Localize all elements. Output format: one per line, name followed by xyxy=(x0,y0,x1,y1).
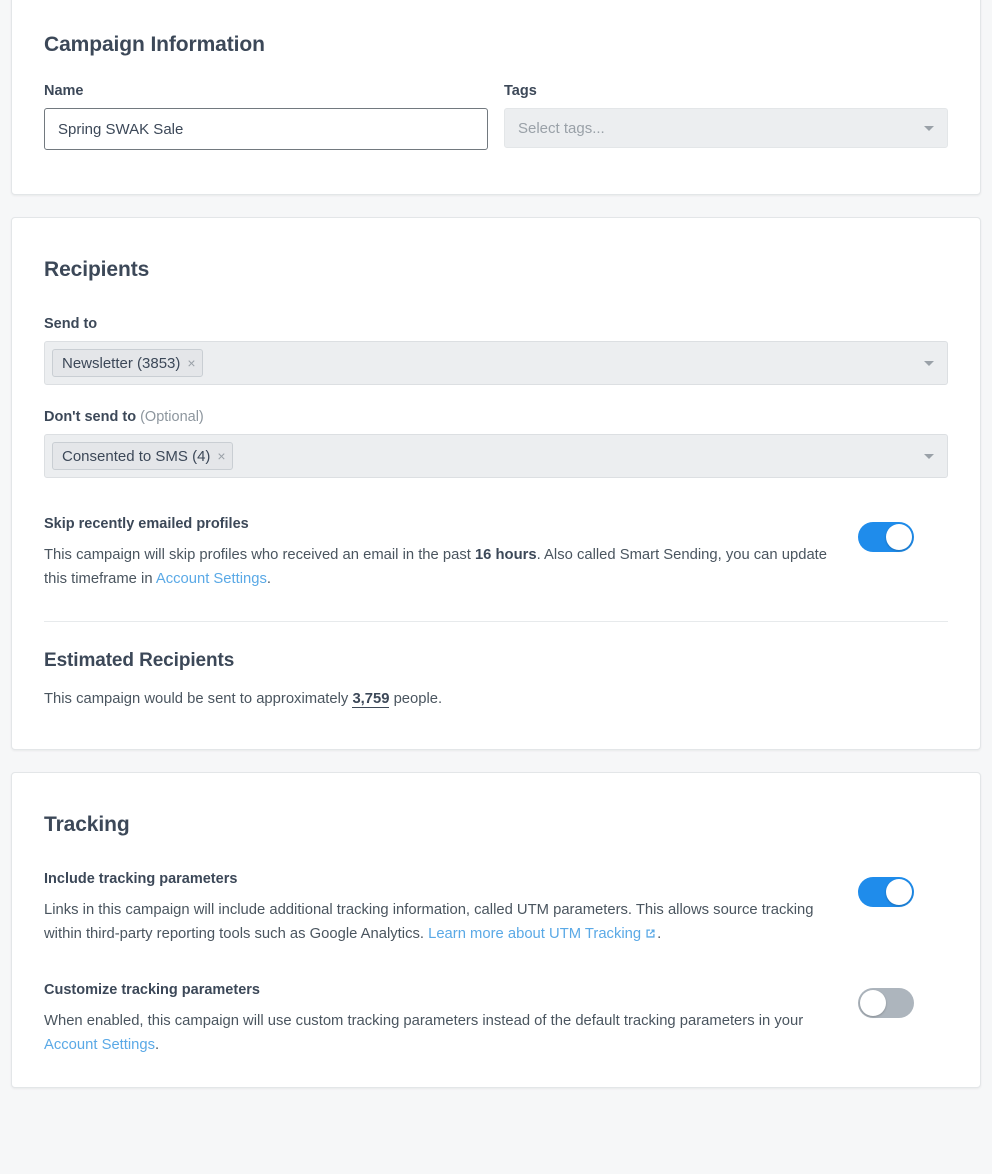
recipients-divider xyxy=(44,621,948,622)
dont-send-to-chip-label: Consented to SMS (4) xyxy=(62,447,211,465)
recipients-title: Recipients xyxy=(44,258,150,281)
include-tracking-copy: Include tracking parameters Links in thi… xyxy=(44,871,834,948)
tags-placeholder: Select tags... xyxy=(518,119,605,137)
estimated-recipients-group: Estimated Recipients This campaign would… xyxy=(44,650,948,711)
send-to-group: Send to Newsletter (3853) × xyxy=(44,316,948,385)
dont-send-to-label-text: Don't send to xyxy=(44,409,137,425)
customize-tracking-row: Customize tracking parameters When enabl… xyxy=(44,982,948,1057)
skip-recent-text-3: . xyxy=(266,571,272,587)
skip-recent-description: This campaign will skip profiles who rec… xyxy=(44,543,834,591)
external-link-icon xyxy=(644,924,657,948)
campaign-information-fields: Name Tags Select tags... xyxy=(44,83,948,150)
skip-recent-toggle[interactable] xyxy=(858,522,914,552)
send-to-chip[interactable]: Newsletter (3853) × xyxy=(52,349,203,377)
toggle-knob xyxy=(886,524,912,550)
customize-tracking-toggle[interactable] xyxy=(858,988,914,1018)
tags-field-group: Tags Select tags... xyxy=(504,83,948,150)
campaign-settings-page: Campaign Information Name Tags Select ta… xyxy=(0,0,992,1174)
tags-select[interactable]: Select tags... xyxy=(504,108,948,148)
customize-tracking-text-1: When enabled, this campaign will use cus… xyxy=(44,1013,804,1029)
include-tracking-label: Include tracking parameters xyxy=(44,871,238,887)
dont-send-to-group: Don't send to (Optional) Consented to SM… xyxy=(44,409,948,478)
dont-send-to-multiselect[interactable]: Consented to SMS (4) × xyxy=(44,434,948,478)
chevron-down-icon xyxy=(924,125,934,131)
campaign-name-input[interactable] xyxy=(44,108,488,150)
include-tracking-row: Include tracking parameters Links in thi… xyxy=(44,871,948,948)
campaign-information-card: Campaign Information Name Tags Select ta… xyxy=(11,0,981,195)
campaign-information-title: Campaign Information xyxy=(44,33,265,56)
customize-tracking-text-2: . xyxy=(155,1037,160,1053)
chevron-down-icon xyxy=(924,360,934,366)
toggle-knob xyxy=(860,990,886,1016)
account-settings-link[interactable]: Account Settings xyxy=(156,571,267,587)
estimated-recipients-title: Estimated Recipients xyxy=(44,650,235,671)
chevron-down-icon xyxy=(924,453,934,459)
tracking-title: Tracking xyxy=(44,813,130,836)
dont-send-to-chip[interactable]: Consented to SMS (4) × xyxy=(52,442,233,470)
utm-tracking-learn-more-link[interactable]: Learn more about UTM Tracking xyxy=(428,926,641,942)
customize-tracking-copy: Customize tracking parameters When enabl… xyxy=(44,982,834,1057)
toggle-knob xyxy=(886,879,912,905)
send-to-chip-label: Newsletter (3853) xyxy=(62,354,181,372)
recipients-card: Recipients Send to Newsletter (3853) × D… xyxy=(11,217,981,750)
estimated-recipients-count: 3,759 xyxy=(352,691,390,708)
send-to-multiselect[interactable]: Newsletter (3853) × xyxy=(44,341,948,385)
customize-tracking-description: When enabled, this campaign will use cus… xyxy=(44,1009,834,1057)
estimated-text-1: This campaign would be sent to approxima… xyxy=(44,691,353,707)
skip-recent-label: Skip recently emailed profiles xyxy=(44,516,249,532)
name-label: Name xyxy=(44,83,84,99)
remove-chip-icon[interactable]: × xyxy=(187,356,195,370)
include-tracking-toggle[interactable] xyxy=(858,877,914,907)
name-field-group: Name xyxy=(44,83,488,150)
tags-label: Tags xyxy=(504,83,537,99)
include-tracking-text-2: . xyxy=(657,926,662,942)
estimated-recipients-description: This campaign would be sent to approxima… xyxy=(44,687,948,711)
send-to-label: Send to xyxy=(44,316,98,332)
dont-send-to-optional-text: (Optional) xyxy=(140,409,204,425)
remove-chip-icon[interactable]: × xyxy=(217,449,225,463)
skip-recent-row: Skip recently emailed profiles This camp… xyxy=(44,516,948,591)
include-tracking-description: Links in this campaign will include addi… xyxy=(44,898,834,948)
tracking-card: Tracking Include tracking parameters Lin… xyxy=(11,772,981,1088)
estimated-text-2: people. xyxy=(389,691,443,707)
skip-recent-copy: Skip recently emailed profiles This camp… xyxy=(44,516,834,591)
skip-recent-timeframe: 16 hours xyxy=(474,547,537,563)
customize-tracking-label: Customize tracking parameters xyxy=(44,982,260,998)
skip-recent-text-1: This campaign will skip profiles who rec… xyxy=(44,547,475,563)
dont-send-to-label: Don't send to (Optional) xyxy=(44,409,948,425)
account-settings-link[interactable]: Account Settings xyxy=(44,1037,155,1053)
